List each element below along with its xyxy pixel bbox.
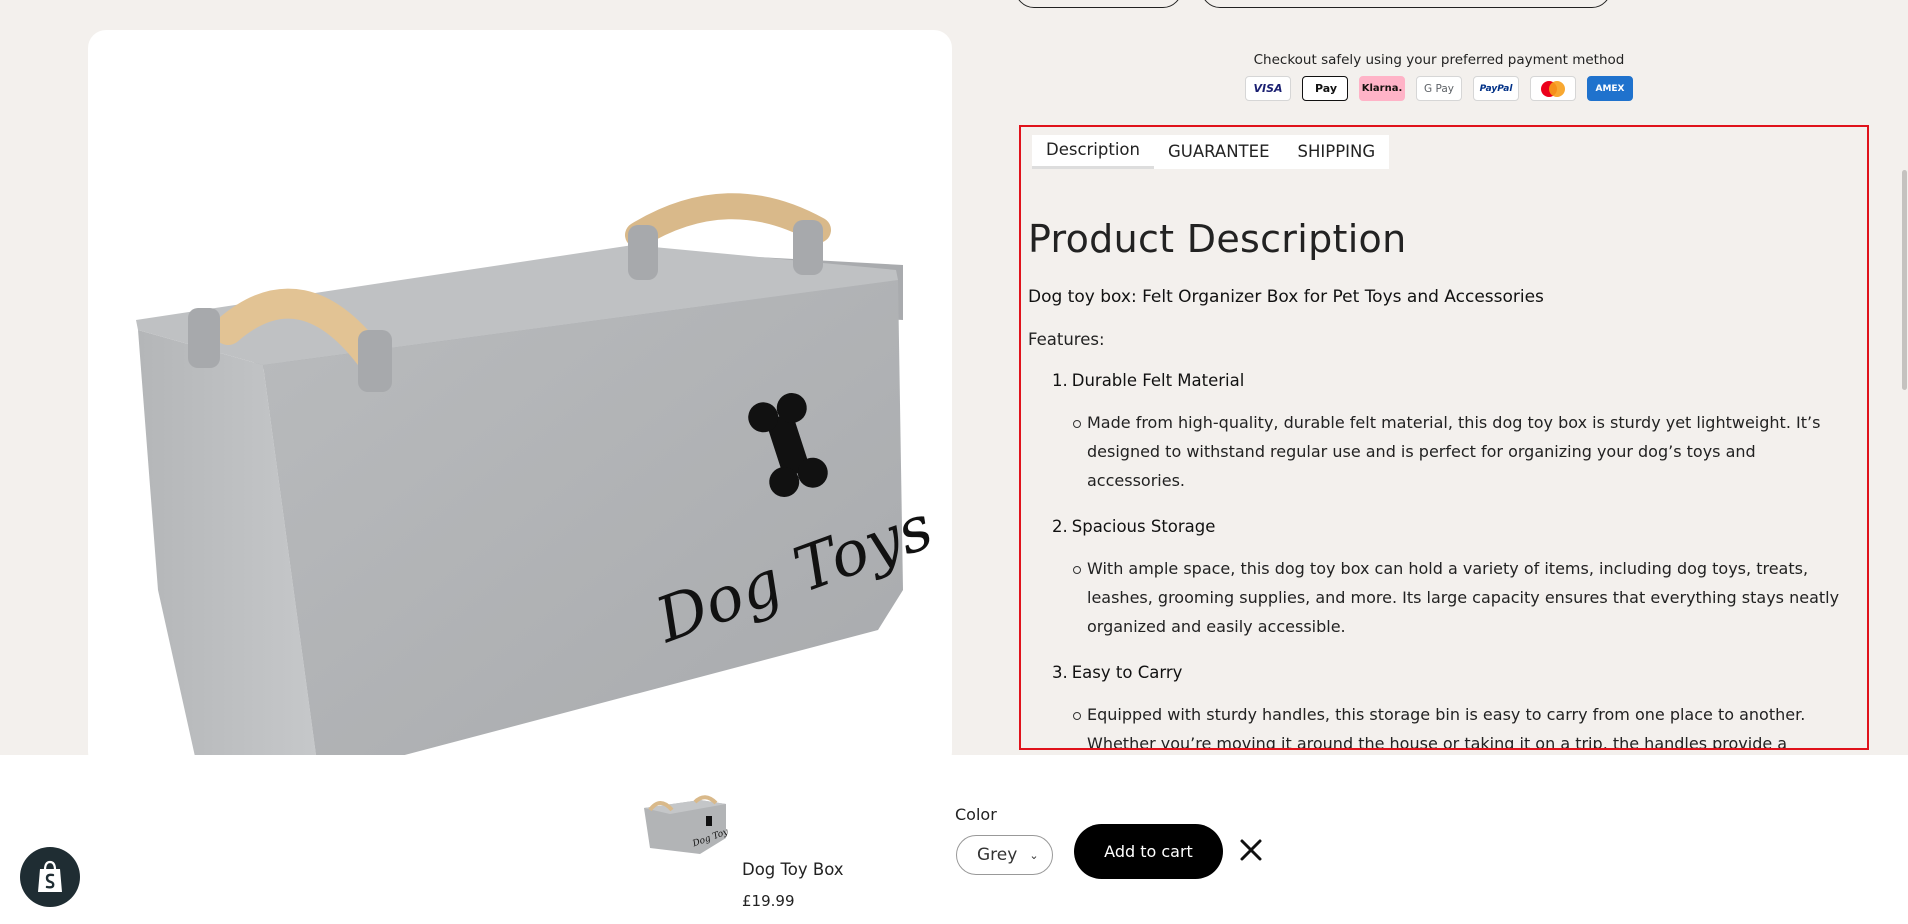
description-heading: Product Description	[1028, 217, 1407, 261]
feature-title-text: Easy to Carry	[1071, 663, 1183, 682]
top-outline-button-left[interactable]	[1015, 0, 1182, 8]
feature-text: Made from high-quality, durable felt mat…	[1073, 408, 1857, 495]
product-thumbnail: Dog Toys	[644, 795, 728, 854]
page-scrollbar[interactable]	[1902, 170, 1907, 390]
color-label: Color	[955, 805, 997, 824]
tab-shipping[interactable]: SHIPPING	[1284, 135, 1390, 169]
description-content: Product Description Dog toy box: Felt Or…	[1028, 217, 1858, 748]
feature-item: 2. Spacious Storage With ample space, thi…	[1028, 517, 1858, 641]
chevron-down-icon: ⌄	[1029, 848, 1039, 862]
payment-methods: Checkout safely using your preferred pay…	[1020, 52, 1858, 101]
feature-title: 1. Durable Felt Material	[1052, 371, 1858, 390]
close-icon[interactable]	[1238, 837, 1264, 863]
feature-number: 1.	[1052, 371, 1068, 390]
google-pay-icon: G Pay	[1416, 76, 1462, 101]
feature-number: 3.	[1052, 663, 1068, 682]
feature-text: Equipped with sturdy handles, this stora…	[1073, 700, 1857, 748]
payment-icons: VISA Pay Klarna. G Pay PayPal AMEX	[1020, 76, 1858, 101]
add-to-cart-button[interactable]: Add to cart	[1074, 824, 1223, 879]
tab-bar: Description GUARANTEE SHIPPING	[1032, 135, 1390, 169]
paypal-icon: PayPal	[1473, 76, 1519, 101]
color-select[interactable]: Grey ⌄	[956, 835, 1053, 875]
feature-number: 2.	[1052, 517, 1068, 536]
tab-guarantee[interactable]: GUARANTEE	[1154, 135, 1284, 169]
apple-pay-icon: Pay	[1302, 76, 1348, 101]
feature-title: 3. Easy to Carry	[1052, 663, 1858, 682]
amex-icon: AMEX	[1587, 76, 1633, 101]
feature-item: 3. Easy to Carry Equipped with sturdy han…	[1028, 663, 1858, 748]
features-label: Features:	[1028, 330, 1105, 349]
mastercard-icon	[1530, 76, 1576, 101]
product-name: Dog Toy Box	[742, 860, 844, 879]
feature-title-text: Durable Felt Material	[1071, 371, 1245, 390]
color-select-value: Grey	[977, 845, 1018, 865]
product-info-tabs: Description GUARANTEE SHIPPING Product D…	[1019, 125, 1869, 750]
feature-item: 1. Durable Felt Material Made from high-q…	[1028, 371, 1858, 495]
klarna-icon: Klarna.	[1359, 76, 1405, 101]
feature-title-text: Spacious Storage	[1071, 517, 1216, 536]
top-outline-button-right[interactable]	[1201, 0, 1611, 8]
product-price: £19.99	[742, 892, 795, 910]
sticky-add-to-cart-bar: Dog Toys Dog Toy Box £19.99 Color Grey ⌄…	[0, 755, 1908, 924]
payment-label: Checkout safely using your preferred pay…	[1253, 52, 1625, 68]
apple-pay-text: Pay	[1314, 82, 1338, 95]
feature-text: With ample space, this dog toy box can h…	[1073, 554, 1857, 641]
feature-title: 2. Spacious Storage	[1052, 517, 1858, 536]
product-image: Dog Toys	[88, 30, 952, 770]
dog-toy-box-illustration: Dog Toys	[136, 193, 942, 770]
visa-icon: VISA	[1245, 76, 1291, 101]
shopify-bag-icon[interactable]	[20, 847, 80, 907]
tab-description[interactable]: Description	[1032, 135, 1154, 169]
description-subtitle: Dog toy box: Felt Organizer Box for Pet …	[1028, 287, 1544, 307]
